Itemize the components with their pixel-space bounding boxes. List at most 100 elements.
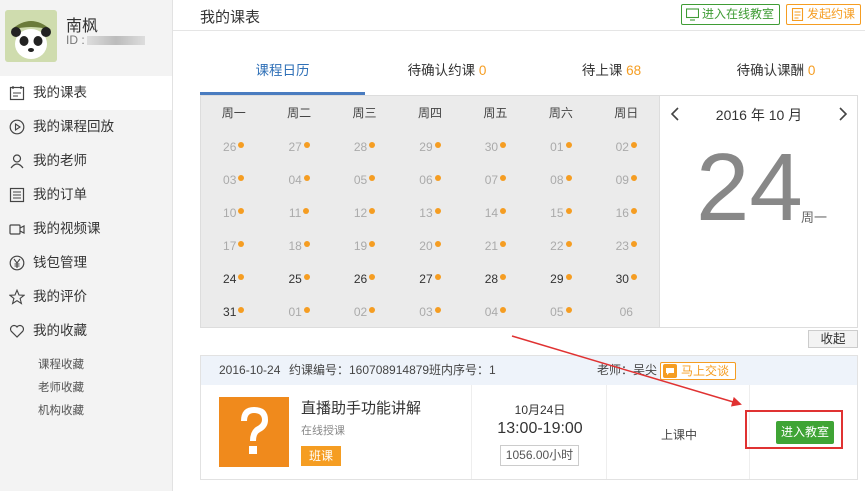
calendar-day-number: 05 (353, 173, 368, 187)
course-dot-indicator (238, 274, 245, 280)
calendar-day-cell[interactable]: 01 (266, 296, 331, 329)
calendar-day-cell[interactable]: 28 (463, 263, 528, 296)
schedule-tabs: 课程日历 待确认约课 0 待上课 68 待确认课酬 0 (200, 53, 858, 95)
avatar[interactable] (5, 10, 57, 62)
course-thumbnail[interactable] (219, 397, 289, 467)
calendar-day-cell[interactable]: 05 (528, 296, 593, 329)
weekday-label: 周五 (483, 106, 508, 120)
course-dot-indicator (369, 274, 376, 280)
tab-upcoming[interactable]: 待上课 68 (529, 53, 694, 95)
calendar-day-cell[interactable]: 20 (397, 230, 462, 263)
calendar-day-cell[interactable]: 04 (463, 296, 528, 329)
course-dot-indicator (303, 208, 310, 214)
calendar-day-cell[interactable]: 08 (528, 164, 593, 197)
calendar-day-cell[interactable]: 31 (201, 296, 266, 329)
sidebar-item-teachers[interactable]: 我的老师 (0, 144, 172, 178)
calendar-day-cell[interactable]: 15 (528, 197, 593, 230)
sidebar-item-reviews[interactable]: 我的评价 (0, 280, 172, 314)
calendar-day-number: 08 (550, 173, 564, 187)
calendar-week-row: 31 01 02 03 04 05 06 (201, 296, 659, 329)
class-date: 10月24日 (514, 403, 566, 417)
profile: 南枫 ID : (0, 0, 172, 76)
calendar-day-number: 31 (223, 305, 237, 319)
calendar-day-cell[interactable]: 04 (266, 164, 331, 197)
tab-pending-payment[interactable]: 待确认课酬 0 (694, 53, 858, 95)
class-duration: 1056.00小时 (500, 445, 579, 466)
calendar-day-cell[interactable]: 27 (266, 131, 331, 164)
calendar-day-number: 01 (288, 305, 302, 319)
calendar-day-cell[interactable]: 02 (594, 131, 659, 164)
calendar-day-cell[interactable]: 23 (594, 230, 659, 263)
weekday-label: 周一 (221, 106, 246, 120)
sidebar-item-videos[interactable]: 我的视频课 (0, 212, 172, 246)
calendar-day-cell[interactable]: 05 (332, 164, 397, 197)
calendar-day-cell[interactable]: 11 (266, 197, 331, 230)
collapse-calendar-button[interactable]: 收起 (808, 330, 858, 348)
calendar-day-number: 02 (615, 140, 629, 154)
class-sequence: 班内序号：1 (429, 363, 496, 377)
calendar-day-number: 21 (484, 239, 499, 253)
course-dot-indicator (369, 307, 376, 313)
sidebar-sub-course-favorites[interactable]: 课程收藏 (0, 354, 172, 377)
course-dot-indicator (303, 307, 310, 313)
calendar-day-cell[interactable]: 14 (463, 197, 528, 230)
calendar-day-cell[interactable]: 17 (201, 230, 266, 263)
course-dot-indicator (369, 142, 376, 148)
tab-label: 待上课 (581, 63, 623, 78)
calendar-day-cell[interactable]: 24 (201, 263, 266, 296)
calendar-day-cell[interactable]: 26 (201, 131, 266, 164)
sidebar-item-label: 我的课程回放 (33, 119, 114, 134)
calendar-day-cell[interactable]: 30 (594, 263, 659, 296)
calendar-day-cell[interactable]: 29 (528, 263, 593, 296)
chat-now-button[interactable]: 马上交谈 (660, 362, 737, 380)
calendar-day-number: 06 (419, 173, 433, 187)
calendar-day-cell[interactable]: 25 (266, 263, 331, 296)
sidebar-item-replay[interactable]: 我的课程回放 (0, 110, 172, 144)
calendar-day-cell[interactable]: 13 (397, 197, 462, 230)
tab-pending-booking[interactable]: 待确认约课 0 (365, 53, 529, 95)
calendar-day-cell[interactable]: 10 (201, 197, 266, 230)
course-dot-indicator (500, 208, 507, 214)
course-dot-indicator (434, 208, 441, 214)
calendar-day-cell[interactable]: 09 (594, 164, 659, 197)
calendar-day-number: 09 (615, 173, 629, 187)
calendar-day-cell[interactable]: 18 (266, 230, 331, 263)
next-month-button[interactable] (836, 106, 850, 122)
calendar-day-cell[interactable]: 19 (332, 230, 397, 263)
sidebar-item-schedule[interactable]: 我的课表 (0, 76, 172, 110)
calendar-day-cell[interactable]: 30 (463, 131, 528, 164)
calendar-day-cell[interactable]: 16 (594, 197, 659, 230)
calendar-day-cell[interactable]: 03 (397, 296, 462, 329)
calendar-day-cell[interactable]: 07 (463, 164, 528, 197)
calendar-day-cell[interactable]: 02 (332, 296, 397, 329)
calendar-day-number: 24 (223, 272, 237, 286)
chat-now-label: 马上交谈 (681, 364, 730, 378)
calendar-day-cell[interactable]: 22 (528, 230, 593, 263)
calendar-day-cell[interactable]: 03 (201, 164, 266, 197)
sidebar-sub-org-favorites[interactable]: 机构收藏 (0, 400, 172, 423)
course-title[interactable]: 直播助手功能讲解 (301, 397, 421, 418)
calendar-day-cell[interactable]: 01 (528, 131, 593, 164)
calendar-day-cell[interactable]: 26 (332, 263, 397, 296)
calendar-icon (9, 86, 25, 101)
course-dot-indicator (500, 142, 507, 148)
class-type-tag[interactable]: 班课 (301, 446, 341, 466)
tab-course-calendar[interactable]: 课程日历 (200, 53, 365, 95)
calendar-day-cell[interactable]: 12 (332, 197, 397, 230)
sidebar-item-orders[interactable]: 我的订单 (0, 178, 172, 212)
launch-booking-button[interactable]: 发起约课 (786, 4, 862, 25)
enter-online-classroom-button[interactable]: 进入在线教室 (681, 4, 781, 25)
calendar-day-cell[interactable]: 21 (463, 230, 528, 263)
sidebar-sub-teacher-favorites[interactable]: 老师收藏 (0, 377, 172, 400)
sidebar-item-favorites[interactable]: 我的收藏 (0, 314, 172, 348)
document-icon (791, 8, 804, 21)
calendar-day-cell[interactable]: 06 (594, 296, 659, 329)
calendar-day-cell[interactable]: 06 (397, 164, 462, 197)
calendar-day-cell[interactable]: 27 (397, 263, 462, 296)
calendar-day-number: 29 (419, 140, 433, 154)
calendar-day-cell[interactable]: 28 (332, 131, 397, 164)
question-mark-icon (219, 397, 289, 467)
sidebar-item-wallet[interactable]: 钱包管理 (0, 246, 172, 280)
calendar-day-cell[interactable]: 29 (397, 131, 462, 164)
calendar-day-number: 02 (353, 305, 368, 319)
